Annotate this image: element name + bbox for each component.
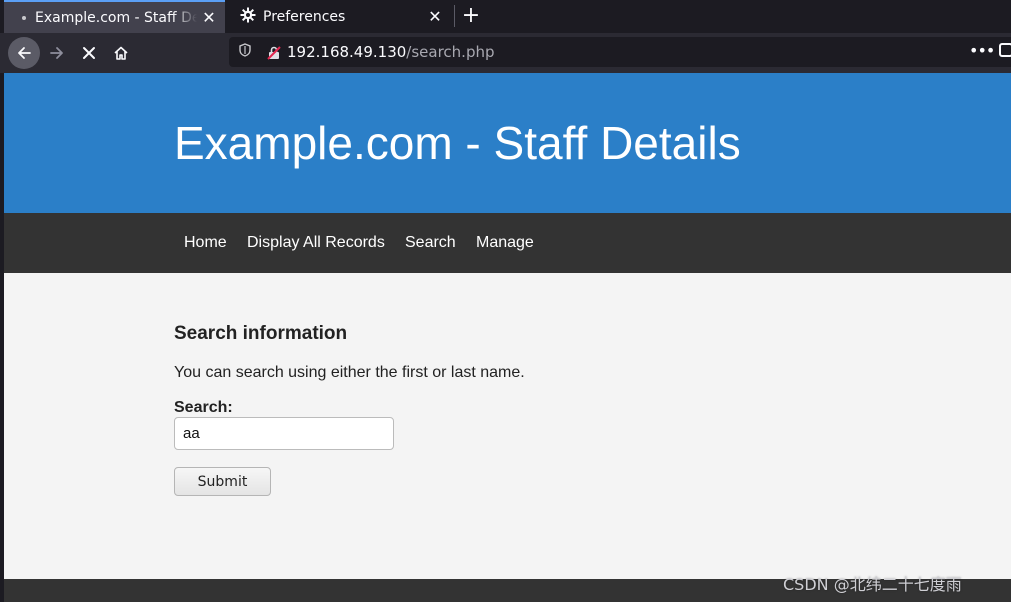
gear-icon <box>239 7 257 27</box>
tracking-shield-icon[interactable] <box>239 43 253 61</box>
url-path: /search.php <box>406 43 495 61</box>
browser-toolbar: 192.168.49.130/search.php ••• <box>0 33 1011 73</box>
site-header: Example.com - Staff Details <box>4 73 1011 213</box>
back-arrow-icon <box>18 47 31 59</box>
tab-close-icon[interactable]: ✕ <box>197 8 221 27</box>
site-title: Example.com - Staff Details <box>174 117 741 169</box>
address-bar[interactable]: 192.168.49.130/search.php ••• <box>229 37 1011 67</box>
home-icon <box>114 46 128 60</box>
search-field-label: Search: <box>174 399 233 416</box>
nav-search-link[interactable]: Search <box>405 233 456 253</box>
stop-icon <box>83 47 95 59</box>
nav-display-all-records-link[interactable]: Display All Records <box>247 233 385 253</box>
pocket-icon[interactable] <box>999 43 1011 57</box>
url-text[interactable]: 192.168.49.130/search.php <box>287 43 495 61</box>
forward-arrow-icon <box>50 47 63 59</box>
forward-button[interactable] <box>41 37 73 69</box>
watermark-text: CSDN @北纬二十七度雨 <box>783 575 962 594</box>
search-input[interactable] <box>174 417 394 450</box>
submit-button[interactable]: Submit <box>174 467 271 496</box>
tab-separator <box>454 5 455 27</box>
nav-manage-link[interactable]: Manage <box>476 233 534 253</box>
back-button[interactable] <box>8 37 40 69</box>
web-page: Example.com - Staff Details Home Display… <box>4 73 1011 602</box>
nav-home-link[interactable]: Home <box>184 233 227 253</box>
tab-preferences[interactable]: Preferences ✕ <box>229 0 451 33</box>
new-tab-button[interactable]: + <box>459 2 483 30</box>
insecure-lock-icon[interactable] <box>267 45 281 60</box>
tab-label: Example.com - Staff Details <box>35 9 197 26</box>
page-actions-button[interactable]: ••• <box>969 41 995 60</box>
search-heading: Search information <box>174 323 348 344</box>
tab-strip: Example.com - Staff Details ✕ Preference… <box>0 0 1011 33</box>
search-description: You can search using either the first or… <box>174 364 525 381</box>
tab-staff-details[interactable]: Example.com - Staff Details ✕ <box>4 0 225 33</box>
url-host: 192.168.49.130 <box>287 43 407 61</box>
tab-loading-dot-icon <box>22 15 26 20</box>
tab-label: Preferences <box>263 8 346 25</box>
site-nav: Home Display All Records Search Manage <box>4 213 1011 273</box>
home-button[interactable] <box>105 37 137 69</box>
stop-button[interactable] <box>73 37 105 69</box>
tab-close-icon[interactable]: ✕ <box>423 7 447 26</box>
